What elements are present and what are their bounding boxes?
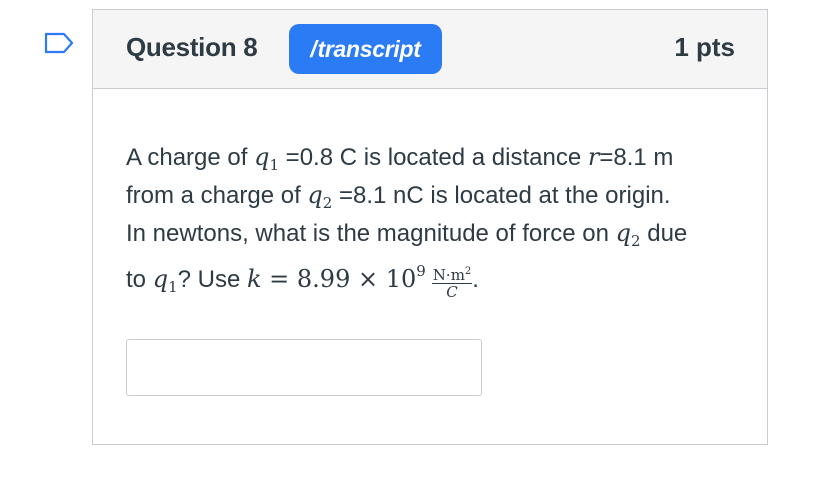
transcript-label: transcript [317, 35, 421, 62]
text-segment: =8.1 m [599, 144, 674, 171]
question-line: A charge of q1 =0.8 C is located a dista… [126, 138, 746, 176]
text-segment: =8.1 nC is located at the origin. [332, 182, 671, 209]
question-header: Question 8 /transcript 1 pts [93, 10, 767, 89]
question-line: In newtons, what is the magnitude of for… [126, 214, 746, 252]
text-segment: to [126, 266, 153, 293]
math-subscript: 1 [269, 156, 280, 174]
math-variable: q [254, 143, 270, 171]
transcript-button[interactable]: / transcript [289, 24, 442, 74]
math-exponent: 9 [416, 262, 426, 280]
math-expression: = 8.99 × 10 [261, 265, 417, 293]
text-segment: due [640, 220, 688, 247]
math-variable: k [246, 265, 262, 293]
math-variable: r [587, 143, 600, 171]
answer-input[interactable] [126, 339, 482, 396]
math-subscript: 1 [168, 278, 178, 296]
question-line: to q1? Use k = 8.99 × 109 N·m2 C. [126, 252, 746, 300]
text-segment: ? Use [177, 266, 247, 293]
math-subscript: 2 [322, 194, 333, 212]
math-variable: q [152, 265, 169, 293]
fraction-numerator: N·m2 [431, 264, 473, 284]
text-segment: =0.8 C is located a distance [279, 144, 588, 171]
text-segment: A charge of [126, 144, 255, 171]
question-text: A charge of q1 =0.8 C is located a dista… [126, 138, 746, 300]
transcript-logo-icon: / [310, 35, 317, 62]
question-title: Question 8 [126, 32, 258, 62]
question-points: 1 pts [674, 32, 735, 62]
bookmark-flag-icon[interactable] [44, 32, 74, 54]
text-segment: . [472, 266, 479, 293]
question-card: Question 8 /transcript 1 pts A charge of… [92, 9, 768, 445]
math-variable: q [615, 219, 631, 247]
fraction-denominator: C [446, 283, 458, 301]
question-line: from a charge of q2 =8.1 nC is located a… [126, 176, 746, 214]
text-segment: from a charge of [126, 182, 308, 209]
unit-fraction: N·m2 C [431, 264, 473, 301]
math-variable: q [307, 181, 323, 209]
fraction-exponent: 2 [464, 266, 472, 277]
math-subscript: 2 [631, 232, 641, 250]
text-segment: In newtons, what is the magnitude of for… [126, 220, 616, 247]
fraction-numerator-text: N·m [432, 266, 465, 284]
